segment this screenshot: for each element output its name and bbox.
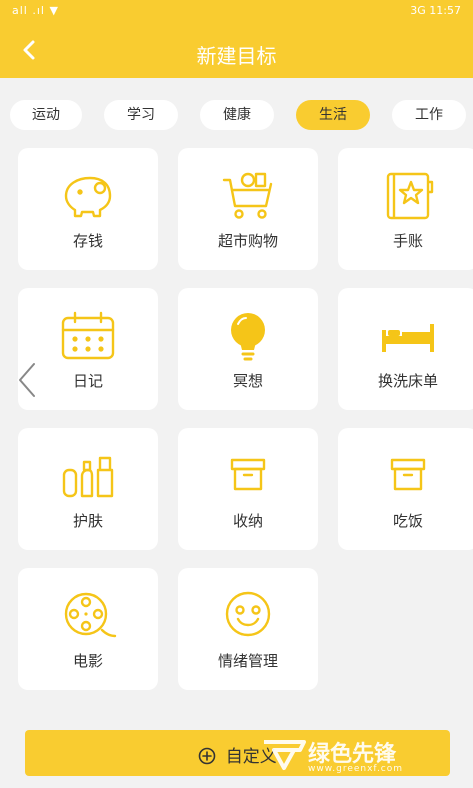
- film-reel-icon: [64, 592, 117, 638]
- bed-icon: [382, 324, 434, 352]
- page-title: 新建目标: [196, 44, 277, 68]
- goal-card-movie[interactable]: 电影: [18, 568, 158, 690]
- watermark: 绿色先锋 www.greenxf.com: [262, 736, 467, 780]
- card-label: 存钱: [72, 232, 103, 250]
- notebook-icon: [386, 172, 434, 220]
- goal-card-skincare[interactable]: 护肤: [18, 428, 158, 550]
- goal-card-change-sheets[interactable]: 换洗床单: [338, 288, 473, 410]
- piggy-bank-icon: [64, 176, 112, 218]
- goal-card-notebook[interactable]: 手账: [338, 148, 473, 270]
- top-bar: all .ıl ▼ 3G 11:57 新建目标: [0, 0, 473, 78]
- card-label: 吃饭: [392, 512, 423, 530]
- goal-card-meditation[interactable]: 冥想: [178, 288, 318, 410]
- status-right: 3G 11:57: [410, 4, 461, 17]
- tab-life[interactable]: 生活: [296, 100, 370, 130]
- status-bar: all .ıl ▼ 3G 11:57: [0, 0, 473, 22]
- card-label: 冥想: [232, 372, 263, 390]
- card-label: 手账: [392, 232, 423, 250]
- status-left: all .ıl ▼: [12, 4, 59, 17]
- lightbulb-icon: [231, 313, 265, 361]
- watermark-logo-icon: [264, 740, 306, 770]
- food-box-icon: [390, 458, 426, 491]
- tab-work[interactable]: 工作: [392, 100, 466, 130]
- card-label: 情绪管理: [217, 652, 278, 670]
- goal-card-eat[interactable]: 吃饭: [338, 428, 473, 550]
- goal-card-storage[interactable]: 收纳: [178, 428, 318, 550]
- card-label: 换洗床单: [377, 372, 438, 390]
- card-label: 护肤: [72, 512, 103, 530]
- calendar-icon: [61, 311, 115, 360]
- tab-sport[interactable]: 运动: [10, 100, 82, 130]
- skincare-bottles-icon: [62, 456, 114, 498]
- tab-study[interactable]: 学习: [104, 100, 178, 130]
- card-label: 收纳: [232, 512, 263, 530]
- previous-arrow[interactable]: [12, 360, 42, 400]
- goal-card-save-money[interactable]: 存钱: [18, 148, 158, 270]
- card-label: 电影: [72, 652, 103, 670]
- card-label: 超市购物: [217, 232, 278, 250]
- goal-card-supermarket[interactable]: 超市购物: [178, 148, 318, 270]
- plus-circle-icon: [198, 747, 216, 765]
- tab-health[interactable]: 健康: [200, 100, 274, 130]
- category-tabs: 运动 学习 健康 生活 工作: [0, 96, 473, 136]
- storage-box-icon: [230, 458, 266, 491]
- smiley-face-icon: [225, 591, 271, 637]
- chevron-left-icon: [17, 361, 37, 399]
- goal-card-emotion[interactable]: 情绪管理: [178, 568, 318, 690]
- shopping-cart-icon: [222, 172, 273, 219]
- watermark-url: www.greenxf.com: [308, 764, 404, 774]
